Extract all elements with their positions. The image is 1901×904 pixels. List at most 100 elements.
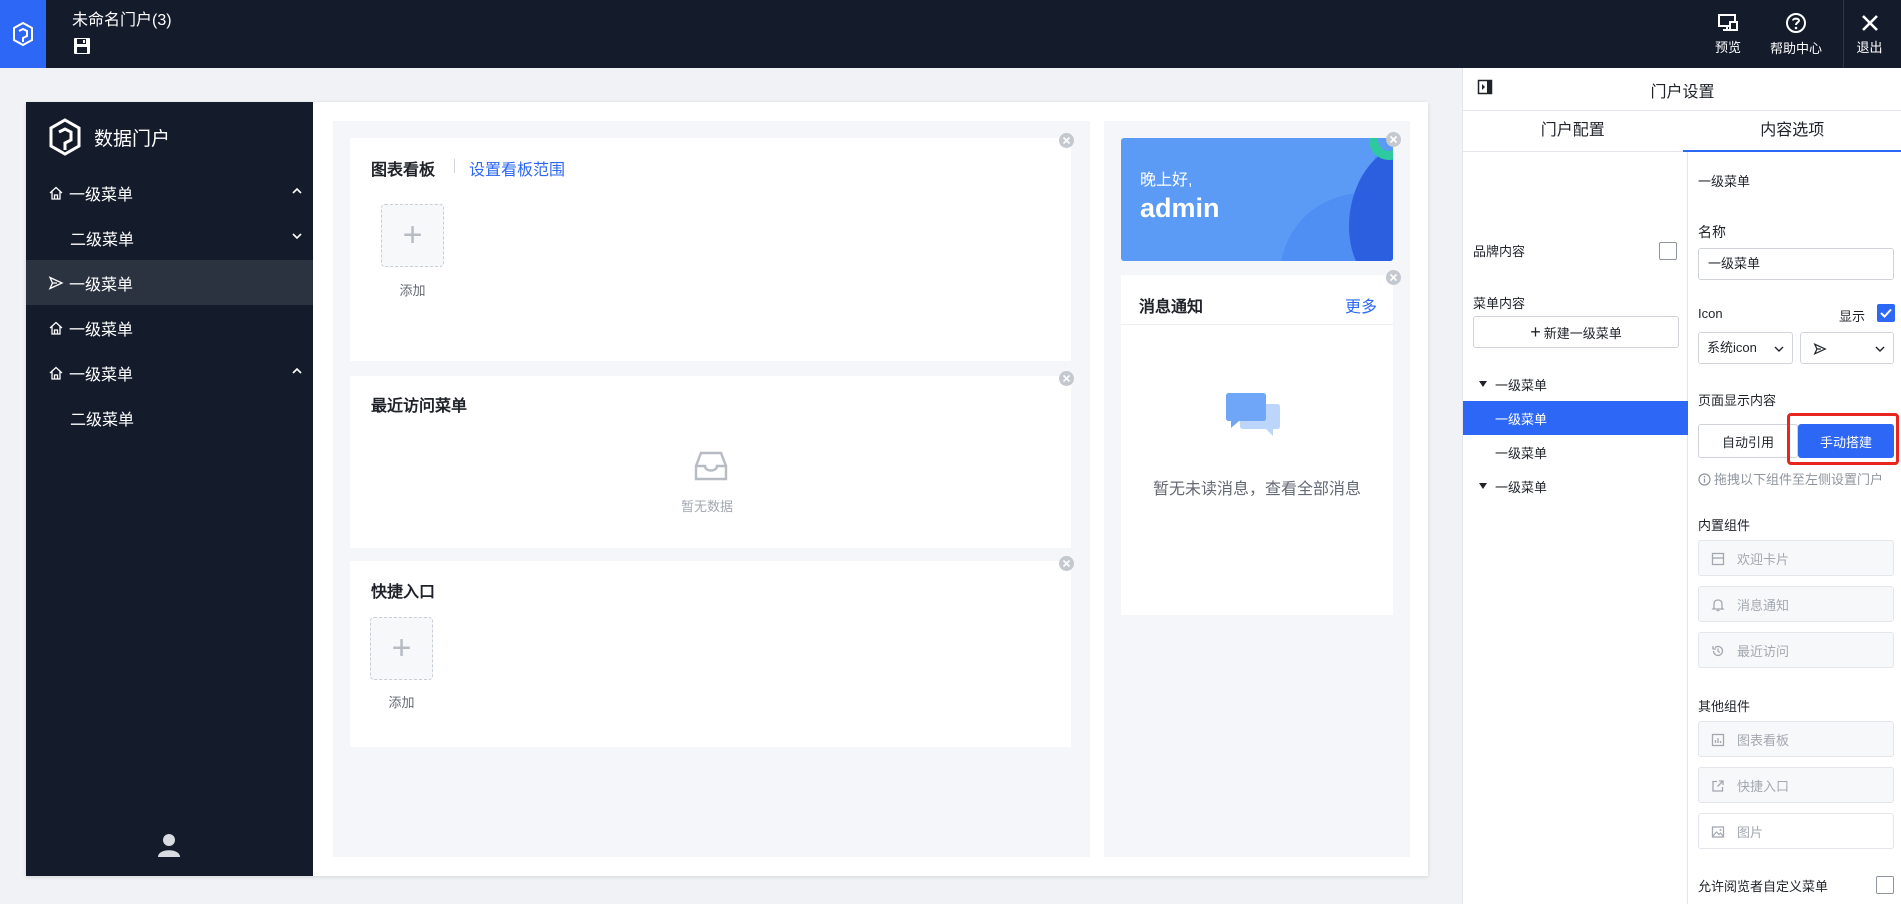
tree-item-selected[interactable]: 一级菜单 <box>1463 401 1688 435</box>
component-label: 快捷入口 <box>1737 778 1790 794</box>
portal-menu-item[interactable]: 一级菜单 <box>26 170 313 215</box>
portal-menu-item[interactable]: 一级菜单 <box>26 305 313 350</box>
tree-item[interactable]: 一级菜单 <box>1463 367 1688 401</box>
preview-icon <box>1718 13 1738 31</box>
portal-menu-label: 一级菜单 <box>69 321 134 339</box>
brand-content-label: 品牌内容 <box>1473 244 1526 259</box>
user-avatar-icon[interactable] <box>157 832 181 858</box>
manual-build-button[interactable]: 手动搭建 <box>1798 424 1894 458</box>
remove-card-icon[interactable] <box>1058 555 1075 572</box>
dashboard-card[interactable]: 图表看板 设置看板范围 + 添加 <box>350 133 1074 361</box>
icon-type-select[interactable]: 系统icon <box>1698 332 1793 364</box>
panel-title: 门户设置 <box>1650 84 1715 101</box>
cube-logo-icon <box>13 22 33 46</box>
document-title: 未命名门户(3) <box>72 12 172 29</box>
shortcut-card[interactable]: 快捷入口 + 添加 <box>350 556 1074 747</box>
detail-heading: 一级菜单 <box>1698 174 1751 189</box>
portal-menu-label: 一级菜单 <box>69 276 134 294</box>
info-icon <box>1698 473 1711 486</box>
design-canvas: 数据门户 一级菜单 二级菜单 一级菜单 一级菜单 一级菜单 二级菜单 图表看板 … <box>0 68 1462 904</box>
tree-item[interactable]: 一级菜单 <box>1463 469 1688 503</box>
chevron-down-icon <box>1875 346 1885 352</box>
portal-menu-item-active[interactable]: 一级菜单 <box>26 260 313 305</box>
caret-down-icon[interactable] <box>1479 483 1487 489</box>
portal-menu: 一级菜单 二级菜单 一级菜单 一级菜单 一级菜单 二级菜单 <box>26 170 313 440</box>
tree-item[interactable]: 一级菜单 <box>1463 435 1688 469</box>
send-icon <box>48 275 64 290</box>
help-center-label: 帮助中心 <box>1769 40 1822 56</box>
plus-icon: + <box>1530 321 1541 342</box>
chevron-down-icon <box>1774 346 1784 352</box>
portal-main-area: 图表看板 设置看板范围 + 添加 最近访问菜单 暂无数据 快捷入口 + 添加 <box>333 121 1090 857</box>
welcome-card[interactable]: 晚上好, admin <box>1121 138 1393 261</box>
brand-content-checkbox[interactable] <box>1659 242 1677 260</box>
app-logo[interactable] <box>0 0 46 68</box>
allow-custom-menu-checkbox[interactable] <box>1876 876 1894 894</box>
drag-hint: 拖拽以下组件至左侧设置门户 <box>1698 469 1883 488</box>
tab-content-options[interactable]: 内容选项 <box>1682 111 1901 152</box>
tab-portal-config[interactable]: 门户配置 <box>1463 111 1683 151</box>
remove-card-icon[interactable] <box>1058 132 1075 149</box>
portal-right-column: 晚上好, admin 消息通知 更多 暂无未读消息，查看全部消息 <box>1104 121 1410 857</box>
add-chart-label: 添加 <box>399 283 426 298</box>
component-welcome-card[interactable]: 欢迎卡片 <box>1698 540 1894 576</box>
title-divider <box>454 159 455 173</box>
bell-icon <box>1711 599 1725 612</box>
new-top-menu-label: 新建一级菜单 <box>1543 325 1622 341</box>
exit-button[interactable]: 退出 <box>1843 0 1895 68</box>
history-icon <box>1712 645 1724 657</box>
component-shortcut[interactable]: 快捷入口 <box>1698 767 1894 803</box>
save-icon[interactable] <box>72 36 92 56</box>
portal-sidebar: 数据门户 一级菜单 二级菜单 一级菜单 一级菜单 一级菜单 二级菜单 <box>26 102 313 876</box>
dashboard-title: 图表看板 <box>371 162 436 179</box>
drag-hint-text: 拖拽以下组件至左侧设置门户 <box>1714 472 1884 487</box>
portal-menu-item[interactable]: 一级菜单 <box>26 350 313 395</box>
panel-tabs: 门户配置 内容选项 <box>1463 110 1901 152</box>
notice-more-link[interactable]: 更多 <box>1345 293 1377 317</box>
portal-brand-name: 数据门户 <box>94 128 171 150</box>
portal-menu-item[interactable]: 二级菜单 <box>26 215 313 260</box>
cube-logo-icon <box>49 118 81 156</box>
portal-menu-label: 二级菜单 <box>70 411 135 429</box>
component-chart-board[interactable]: 图表看板 <box>1698 721 1894 757</box>
recent-empty-text: 暂无数据 <box>681 499 734 514</box>
icon-type-value: 系统icon <box>1707 340 1757 355</box>
notice-empty-text[interactable]: 暂无未读消息，查看全部消息 <box>1121 475 1393 499</box>
notice-title: 消息通知 <box>1139 299 1204 316</box>
menu-name-input[interactable]: 一级菜单 <box>1698 248 1894 280</box>
component-notice[interactable]: 消息通知 <box>1698 586 1894 622</box>
component-recent[interactable]: 最近访问 <box>1698 632 1894 668</box>
component-label: 图表看板 <box>1737 732 1790 748</box>
remove-card-icon[interactable] <box>1385 131 1402 148</box>
preview-button[interactable]: 预览 <box>1705 0 1751 68</box>
portal-menu-label: 二级菜单 <box>70 231 135 249</box>
recent-menu-card[interactable]: 最近访问菜单 暂无数据 <box>350 371 1074 548</box>
add-chart-button[interactable]: + <box>381 204 444 267</box>
portal-menu-item[interactable]: 二级菜单 <box>26 395 313 440</box>
show-icon-label: 显示 <box>1839 309 1866 324</box>
help-icon <box>1786 12 1806 33</box>
icon-picker-select[interactable] <box>1800 332 1894 364</box>
notice-card[interactable]: 消息通知 更多 暂无未读消息，查看全部消息 <box>1121 275 1393 615</box>
chevron-up-icon <box>292 367 302 374</box>
tree-item-label: 一级菜单 <box>1495 411 1548 427</box>
help-center-button[interactable]: 帮助中心 <box>1763 0 1829 68</box>
caret-down-icon[interactable] <box>1479 381 1487 387</box>
home-icon <box>49 186 63 200</box>
remove-card-icon[interactable] <box>1058 370 1075 387</box>
send-icon <box>1813 342 1827 356</box>
exit-label: 退出 <box>1856 39 1883 55</box>
add-shortcut-button[interactable]: + <box>370 617 433 680</box>
portal-brand[interactable]: 数据门户 <box>48 118 170 156</box>
show-icon-checkbox[interactable] <box>1877 304 1895 322</box>
close-icon <box>1861 14 1878 31</box>
auto-reference-button[interactable]: 自动引用 <box>1698 424 1798 458</box>
inbox-empty-icon <box>694 451 728 481</box>
new-top-menu-button[interactable]: + 新建一级菜单 <box>1473 316 1679 348</box>
set-dashboard-range-link[interactable]: 设置看板范围 <box>469 156 565 180</box>
component-image[interactable]: 图片 <box>1698 813 1894 849</box>
tree-item-label: 一级菜单 <box>1495 445 1548 461</box>
name-label: 名称 <box>1698 224 1726 240</box>
remove-card-icon[interactable] <box>1385 269 1402 286</box>
chevron-down-icon <box>292 233 302 240</box>
